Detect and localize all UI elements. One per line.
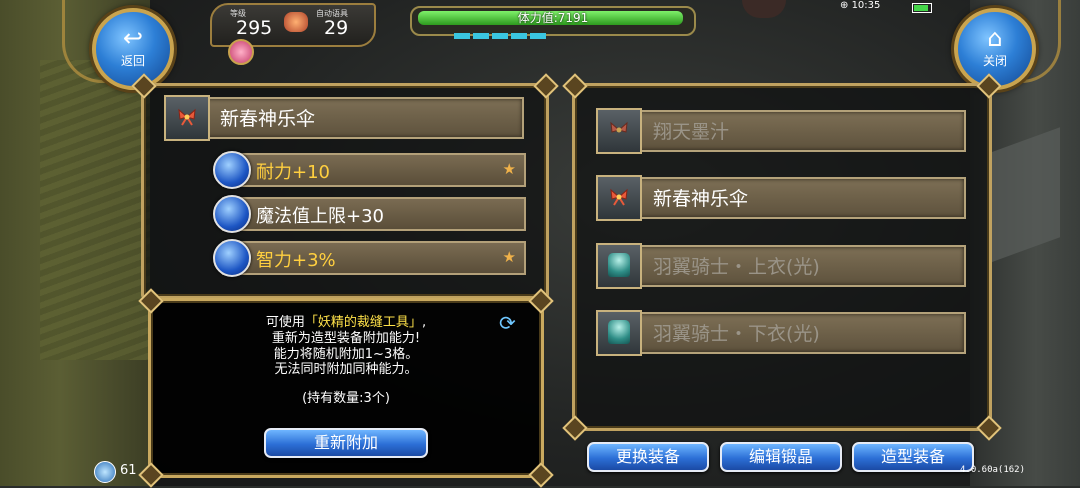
stamina-bar: 体力值:7191 [410, 6, 696, 36]
item-slot [596, 108, 642, 154]
equipment-name: 新春神乐伞 [653, 188, 749, 210]
ribbon-icon [610, 121, 628, 133]
equipment-item[interactable]: 羽翼骑士・下衣(光) [596, 310, 966, 356]
armor-bottom-icon [608, 320, 630, 344]
stat-label: 魔法值上限+30 [256, 206, 384, 227]
stat-orb-icon [213, 239, 251, 277]
equipment-item[interactable]: 翔天墨汁 [596, 108, 966, 154]
info-line-2: 重新为造型装备附加能力! [271, 331, 421, 346]
stamina-text: 体力值:7191 [517, 11, 589, 25]
equipment-item[interactable]: 羽翼骑士・上衣(光) [596, 243, 966, 289]
armor-top-icon [608, 253, 630, 277]
home-icon: ⌂ [987, 24, 1003, 52]
change-equipment-button[interactable]: 更换装备 [587, 442, 709, 472]
close-button-label: 关闭 [982, 54, 1007, 68]
stat-row-2[interactable]: 魔法值上限+30 [222, 197, 526, 231]
equipment-item-selected[interactable]: 新春神乐伞 [596, 175, 966, 221]
star-icon: ★ [502, 248, 516, 266]
back-arrow-icon: ↩ [122, 24, 144, 52]
skill-value: 61 [120, 463, 137, 478]
battery-icon [912, 3, 932, 13]
info-line-4: 无法同时附加同种能力。 [274, 362, 418, 377]
item-slot [596, 310, 642, 356]
equipment-name: 羽翼骑士・上衣(光) [653, 256, 820, 278]
clock: ⊕ 10:35 [840, 0, 881, 11]
stat-label: 智力+3% [256, 250, 336, 271]
info-text: 可使用 [265, 315, 305, 330]
info-dialog: 可使用「妖精的裁缝工具」, 重新为造型装备附加能力! 能力将随机附加1~3格。 … [138, 288, 554, 488]
close-button[interactable]: ⌂ 关闭 [954, 8, 1036, 90]
owned-count: (持有数量:3个) [302, 391, 390, 406]
equipment-name: 翔天墨汁 [653, 121, 730, 143]
back-button[interactable]: ↩ 返回 [92, 8, 174, 90]
reattach-button[interactable]: 重新附加 [264, 428, 428, 458]
player-status: 等级 295 自动语具 29 [210, 3, 376, 65]
info-line-3: 能力将随机附加1~3格。 [273, 347, 419, 362]
item-slot [596, 175, 642, 221]
skill-orb-icon[interactable] [94, 461, 116, 483]
info-line-1: 可使用「妖精的裁缝工具」, [151, 315, 541, 330]
energy-segments [454, 33, 546, 39]
level-value: 295 [236, 17, 273, 39]
back-button-label: 返回 [120, 54, 145, 68]
food-icon [284, 12, 308, 32]
equipment-name: 羽翼骑士・下衣(光) [653, 323, 820, 345]
ribbon-icon [178, 108, 196, 126]
item-slot [596, 243, 642, 289]
ribbon-icon [610, 188, 628, 206]
selected-item-name: 新春神乐伞 [220, 108, 316, 130]
selected-item-bar[interactable]: 新春神乐伞 [164, 95, 524, 141]
stat-orb-icon [213, 195, 251, 233]
edit-crystal-button[interactable]: 编辑锻晶 [720, 442, 842, 472]
gift-icon[interactable] [228, 39, 254, 65]
clock-time: 10:35 [851, 0, 881, 11]
item-slot [164, 95, 210, 141]
stat-orb-icon [213, 151, 251, 189]
version-label: 4.0.60a(162) [960, 465, 1026, 475]
scene-left-wall-texture [40, 60, 150, 360]
appearance-equipment-button[interactable]: 造型装备 [852, 442, 974, 472]
stat-row-1[interactable]: 耐力+10 ★ [222, 153, 526, 187]
refresh-icon[interactable]: ⟳ [499, 313, 525, 333]
info-text: , [421, 315, 427, 330]
stat-row-3[interactable]: 智力+3% ★ [222, 241, 526, 275]
auto-value: 29 [324, 17, 349, 39]
stat-label: 耐力+10 [256, 162, 330, 183]
star-icon: ★ [502, 160, 516, 178]
tool-name: 「妖精的裁缝工具」 [304, 315, 422, 330]
